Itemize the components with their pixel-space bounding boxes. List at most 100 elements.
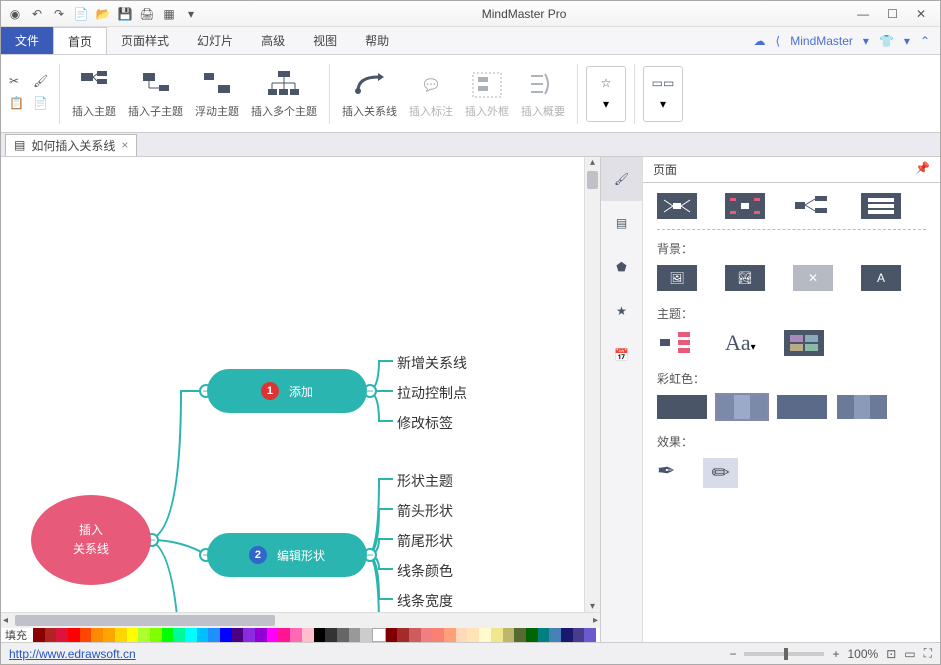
new-icon[interactable]: 📄 — [73, 6, 89, 22]
insert-callout-button[interactable]: 💬 插入标注 — [405, 69, 457, 119]
save-icon[interactable]: 💾 — [117, 6, 133, 22]
footer-link[interactable]: http://www.edrawsoft.cn — [9, 647, 136, 661]
format-painter-icon[interactable]: 🖌 — [33, 74, 51, 92]
paste-icon[interactable]: 📄 — [33, 96, 51, 114]
leaf-2-2[interactable]: 箭头形状 — [397, 501, 453, 521]
print-icon[interactable]: 🖨 — [139, 6, 155, 22]
layout-option-2[interactable] — [725, 193, 765, 219]
menu-dropdown-icon[interactable]: ▾ — [904, 34, 910, 48]
tab-slideshow[interactable]: 幻灯片 — [183, 27, 247, 54]
vertical-scrollbar[interactable]: ▴ ▾ — [584, 157, 600, 612]
bg-label: 背景： — [657, 240, 926, 257]
side-tabs: 🖌 ▤ ⬟ ★ 📅 — [601, 157, 643, 642]
copy-icon[interactable]: 📋 — [9, 96, 27, 114]
theme-font[interactable]: Aa▾ — [725, 330, 756, 356]
fill-label: 填充 — [5, 628, 33, 642]
theme-option-1[interactable] — [657, 330, 697, 356]
layout-option-1[interactable] — [657, 193, 697, 219]
bg-watermark[interactable]: A — [861, 265, 901, 291]
leaf-2-4[interactable]: 线条颜色 — [397, 561, 453, 581]
theme-colors[interactable] — [784, 330, 824, 356]
ribbon-dropdown-1[interactable]: ☆▾ — [586, 66, 626, 122]
redo-icon[interactable]: ↷ — [51, 6, 67, 22]
leaf-1-2[interactable]: 拉动控制点 — [397, 383, 467, 403]
globe-icon[interactable]: ◉ — [7, 6, 23, 22]
document-tab[interactable]: ▤ 如何插入关系线 × — [5, 134, 137, 156]
shirt-icon[interactable]: 👕 — [879, 34, 894, 48]
leaf-2-5[interactable]: 线条宽度 — [397, 591, 453, 611]
cut-icon[interactable]: ✂ — [9, 74, 27, 92]
layout-option-3[interactable] — [793, 193, 833, 219]
ribbon: ✂ 🖌 📋 📄 插入主题 插入子主题 浮动主题 插入多个主题 插入关系线 💬 插入标… — [1, 55, 940, 133]
open-icon[interactable]: 📂 — [95, 6, 111, 22]
statusbar: http://www.edrawsoft.cn − + 100% ⊡ ▭ ⛶ — [1, 642, 940, 664]
side-panel-header: 页面 📌 — [643, 157, 940, 183]
tab-help[interactable]: 帮助 — [351, 27, 403, 54]
central-topic[interactable]: 插入 关系线 — [31, 495, 151, 585]
tab-file[interactable]: 文件 — [1, 27, 53, 54]
bg-option-2[interactable]: 🏞 — [725, 265, 765, 291]
fit-width-icon[interactable]: ▭ — [904, 647, 915, 661]
doc-icon: ▤ — [14, 138, 25, 152]
float-topic-button[interactable]: 浮动主题 — [191, 69, 243, 119]
pin-icon[interactable]: 📌 — [915, 161, 930, 178]
ribbon-dropdown-2[interactable]: ▭▭▾ — [643, 66, 683, 122]
tab-home[interactable]: 首页 — [53, 27, 107, 54]
tab-view[interactable]: 视图 — [299, 27, 351, 54]
share-icon[interactable]: ⟨ — [776, 34, 781, 48]
window-controls: — ☐ ✕ — [843, 7, 940, 21]
effect-pen-1[interactable]: ✒ — [657, 458, 675, 488]
insert-relation-button[interactable]: 插入关系线 — [338, 69, 401, 119]
bg-remove[interactable]: ✕ — [793, 265, 833, 291]
zoom-slider[interactable] — [744, 652, 824, 656]
undo-icon[interactable]: ↶ — [29, 6, 45, 22]
leaf-2-3[interactable]: 箭尾形状 — [397, 531, 453, 551]
tab-advanced[interactable]: 高级 — [247, 27, 299, 54]
subtopic-1[interactable]: 1添加 — [207, 369, 367, 413]
insert-summary-button[interactable]: 插入概要 — [517, 69, 569, 119]
sidetab-clipart[interactable]: ★ — [601, 289, 642, 333]
tab-page-style[interactable]: 页面样式 — [107, 27, 183, 54]
color-palette-bar[interactable]: 填充 — [1, 628, 600, 642]
side-panel-title: 页面 — [653, 161, 677, 178]
side-panel: 🖌 ▤ ⬟ ★ 📅 页面 📌 背景： — [600, 157, 940, 642]
maximize-button[interactable]: ☐ — [887, 7, 898, 21]
zoom-in-icon[interactable]: + — [832, 647, 839, 661]
export-icon[interactable]: ▦ — [161, 6, 177, 22]
zoom-out-icon[interactable]: − — [729, 647, 736, 661]
close-button[interactable]: ✕ — [916, 7, 926, 21]
minimize-button[interactable]: — — [857, 7, 869, 21]
layout-option-4[interactable] — [861, 193, 901, 219]
insert-multi-button[interactable]: 插入多个主题 — [247, 69, 321, 119]
sidetab-history[interactable]: 📅 — [601, 333, 642, 377]
leaf-2-1[interactable]: 形状主题 — [397, 471, 453, 491]
bg-option-1[interactable]: 🖼 — [657, 265, 697, 291]
rainbow-1[interactable] — [657, 395, 707, 419]
rainbow-2[interactable] — [717, 395, 767, 419]
rainbow-4[interactable] — [837, 395, 887, 419]
collapse-ribbon-icon[interactable]: ⌃ — [920, 34, 930, 48]
canvas-wrap: − − − − − − − 插入 关系线 1添加 2编辑形状 3编辑文字 新增关… — [1, 157, 600, 642]
horizontal-scrollbar[interactable]: ◂ ▸ — [1, 612, 600, 628]
fit-page-icon[interactable]: ⊡ — [886, 647, 896, 661]
fullscreen-icon[interactable]: ⛶ — [924, 646, 932, 661]
account-dropdown-icon[interactable]: ▾ — [863, 34, 869, 48]
subtopic-2[interactable]: 2编辑形状 — [207, 533, 367, 577]
insert-boundary-button[interactable]: 插入外框 — [461, 69, 513, 119]
menu-tabs: 文件 首页 页面样式 幻灯片 高级 视图 帮助 — [1, 27, 403, 54]
rainbow-3[interactable] — [777, 395, 827, 419]
effect-pen-2[interactable]: ✏ — [703, 458, 737, 488]
sidetab-outline[interactable]: ▤ — [601, 201, 642, 245]
leaf-1-3[interactable]: 修改标签 — [397, 413, 453, 433]
insert-topic-button[interactable]: 插入主题 — [68, 69, 120, 119]
cloud-icon[interactable]: ☁ — [754, 34, 766, 48]
qat-dropdown-icon[interactable]: ▾ — [183, 6, 199, 22]
sidetab-icons[interactable]: ⬟ — [601, 245, 642, 289]
leaf-1-1[interactable]: 新增关系线 — [397, 353, 467, 373]
quick-access-toolbar: ◉ ↶ ↷ 📄 📂 💾 🖨 ▦ ▾ — [1, 6, 205, 22]
sidetab-format[interactable]: 🖌 — [601, 157, 642, 201]
account-name[interactable]: MindMaster — [790, 34, 853, 48]
doc-close-icon[interactable]: × — [121, 138, 128, 152]
canvas[interactable]: − − − − − − − 插入 关系线 1添加 2编辑形状 3编辑文字 新增关… — [1, 157, 584, 612]
insert-subtopic-button[interactable]: 插入子主题 — [124, 69, 187, 119]
